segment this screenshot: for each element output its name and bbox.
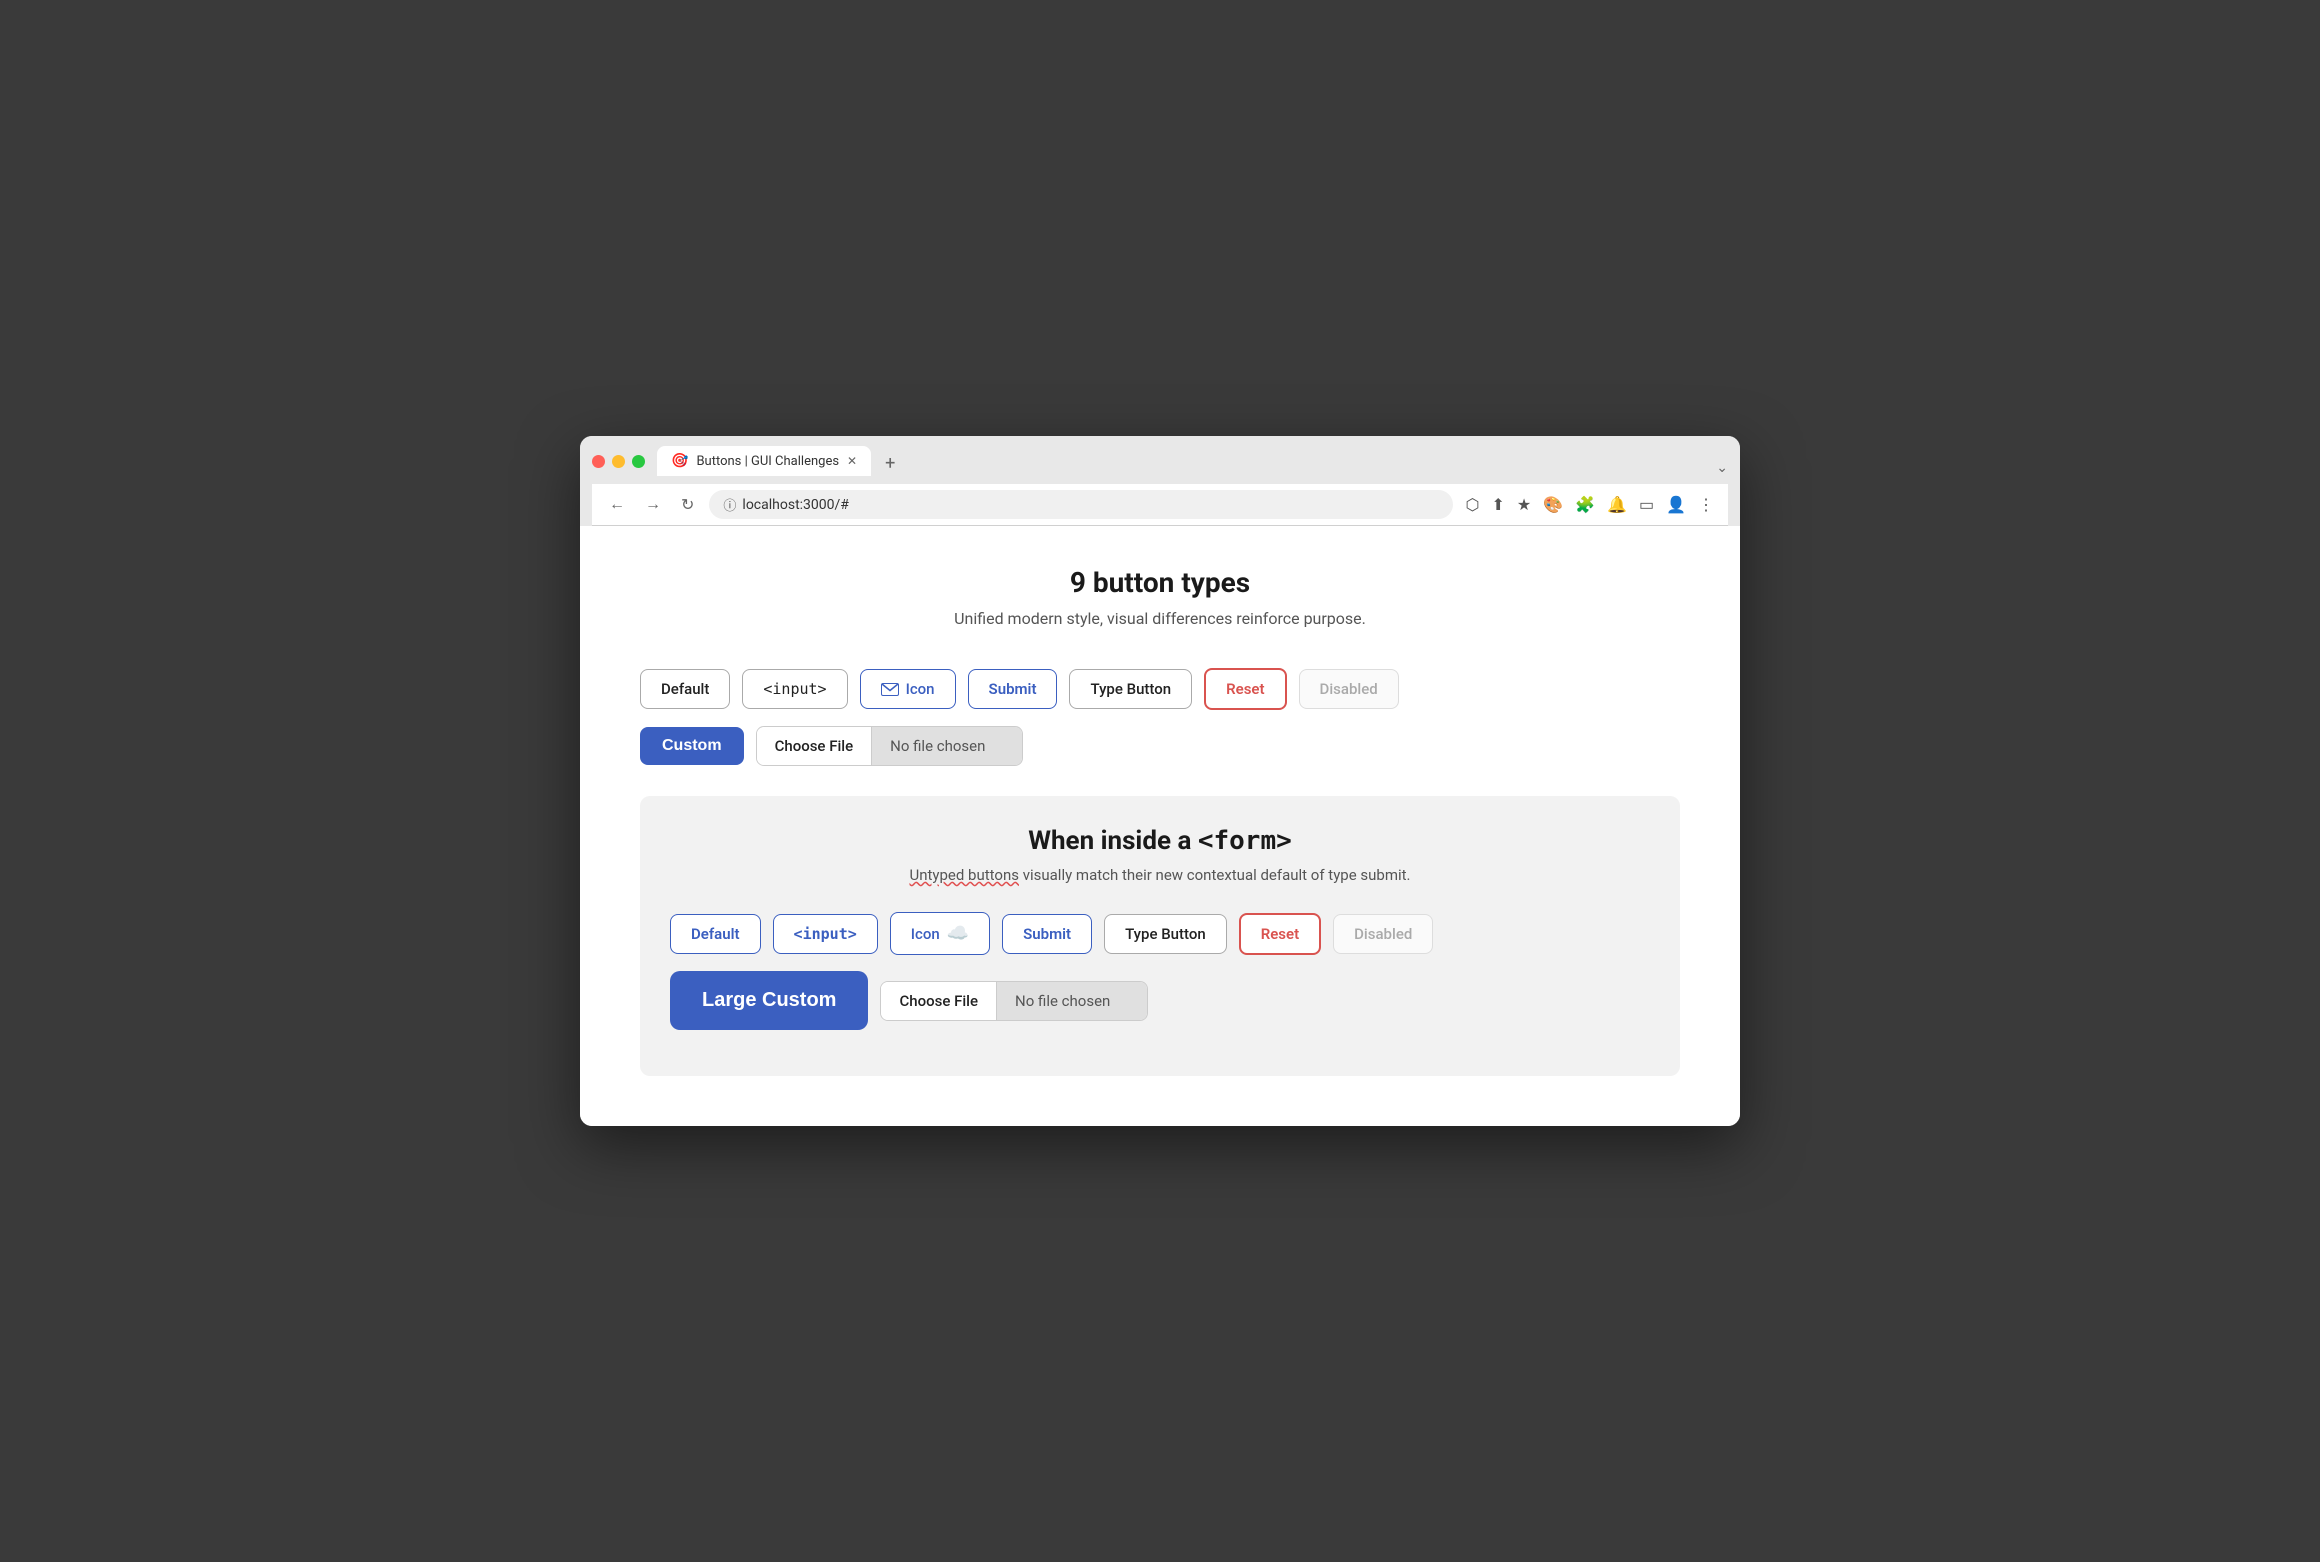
tab-expand-icon[interactable]: ⌄ — [1716, 460, 1728, 476]
form-icon-button-label: Icon — [911, 925, 940, 943]
back-button[interactable]: ← — [604, 494, 630, 516]
external-link-icon[interactable]: ⬡ — [1463, 493, 1481, 516]
section-title: When inside a <form> — [670, 826, 1650, 856]
form-button-row-1: Default <input> Icon ☁️ Submit Type Butt… — [670, 912, 1650, 955]
cloud-icon: ☁️ — [947, 923, 969, 944]
type-button-button[interactable]: Type Button — [1069, 669, 1192, 709]
reset-button[interactable]: Reset — [1204, 668, 1286, 710]
active-tab[interactable]: 🎯 Buttons | GUI Challenges ✕ — [657, 446, 871, 476]
url-text: localhost:3000/# — [742, 497, 849, 513]
button-row-2: Custom Choose File No file chosen — [640, 726, 1680, 766]
theme-icon[interactable]: 🎨 — [1541, 493, 1565, 516]
new-tab-button[interactable]: + — [879, 451, 901, 476]
close-button[interactable] — [592, 455, 605, 468]
tab-label: Buttons | GUI Challenges — [696, 454, 839, 469]
form-disabled-button: Disabled — [1333, 914, 1433, 954]
page-subtitle: Unified modern style, visual differences… — [640, 609, 1680, 628]
forward-button[interactable]: → — [640, 494, 666, 516]
page-content: 9 button types Unified modern style, vis… — [580, 526, 1740, 1126]
submit-button[interactable]: Submit — [968, 669, 1058, 709]
toolbar-icons: ⬡ ⬆ ★ 🎨 🧩 🔔 ▭ 👤 ⋮ — [1463, 493, 1716, 516]
profile-icon[interactable]: 👤 — [1664, 493, 1688, 516]
more-icon[interactable]: ⋮ — [1696, 493, 1716, 516]
icon-button-label: Icon — [906, 680, 935, 698]
tab-favicon: 🎯 — [671, 453, 688, 469]
section-subtitle: Untyped buttons visually match their new… — [670, 866, 1650, 884]
tab-bar: 🎯 Buttons | GUI Challenges ✕ + ⌄ — [657, 446, 1728, 476]
tab-close-icon[interactable]: ✕ — [847, 454, 857, 468]
section-subtitle-underline: Untyped buttons — [909, 866, 1019, 884]
form-reset-button[interactable]: Reset — [1239, 913, 1321, 955]
form-default-button[interactable]: Default — [670, 914, 761, 954]
input-button[interactable]: <input> — [742, 669, 847, 709]
custom-button[interactable]: Custom — [640, 727, 744, 765]
button-row-1: Default <input> Icon Submit Type Button … — [640, 668, 1680, 710]
security-icon: ⓘ — [723, 495, 736, 514]
icon-button[interactable]: Icon — [860, 669, 956, 709]
browser-window: 🎯 Buttons | GUI Challenges ✕ + ⌄ ← → ↻ ⓘ… — [580, 436, 1740, 1126]
bookmark-icon[interactable]: ★ — [1515, 493, 1533, 516]
form-no-file-text: No file chosen — [997, 982, 1147, 1020]
split-view-icon[interactable]: ▭ — [1637, 493, 1656, 516]
share-icon[interactable]: ⬆ — [1489, 493, 1506, 516]
section-title-prefix: When inside a — [1028, 826, 1198, 856]
browser-chrome: 🎯 Buttons | GUI Challenges ✕ + ⌄ ← → ↻ ⓘ… — [580, 436, 1740, 526]
form-submit-button[interactable]: Submit — [1002, 914, 1092, 954]
form-button-row-2: Large Custom Choose File No file chosen — [670, 971, 1650, 1030]
section-subtitle-rest: visually match their new contextual defa… — [1019, 866, 1411, 884]
extensions-icon[interactable]: 🧩 — [1573, 493, 1597, 516]
choose-file-button[interactable]: Choose File — [757, 727, 873, 765]
large-custom-button[interactable]: Large Custom — [670, 971, 868, 1030]
refresh-button[interactable]: ↻ — [676, 493, 699, 517]
form-type-button[interactable]: Type Button — [1104, 914, 1227, 954]
traffic-lights — [592, 455, 645, 468]
form-file-input[interactable]: Choose File No file chosen — [880, 981, 1148, 1021]
address-bar: ← → ↻ ⓘ localhost:3000/# ⬡ ⬆ ★ 🎨 🧩 🔔 ▭ 👤… — [592, 484, 1728, 526]
title-bar: 🎯 Buttons | GUI Challenges ✕ + ⌄ — [592, 446, 1728, 476]
section-title-code: <form> — [1198, 826, 1292, 856]
page-title: 9 button types — [640, 566, 1680, 599]
minimize-button[interactable] — [612, 455, 625, 468]
no-file-text: No file chosen — [872, 727, 1022, 765]
disabled-button: Disabled — [1299, 669, 1399, 709]
file-input[interactable]: Choose File No file chosen — [756, 726, 1024, 766]
form-choose-file-button[interactable]: Choose File — [881, 982, 997, 1020]
email-icon — [881, 683, 899, 696]
form-input-button[interactable]: <input> — [773, 914, 878, 954]
form-section: When inside a <form> Untyped buttons vis… — [640, 796, 1680, 1076]
address-field[interactable]: ⓘ localhost:3000/# — [709, 490, 1453, 519]
notifications-icon[interactable]: 🔔 — [1605, 493, 1629, 516]
maximize-button[interactable] — [632, 455, 645, 468]
default-button[interactable]: Default — [640, 669, 730, 709]
form-icon-button[interactable]: Icon ☁️ — [890, 912, 990, 955]
